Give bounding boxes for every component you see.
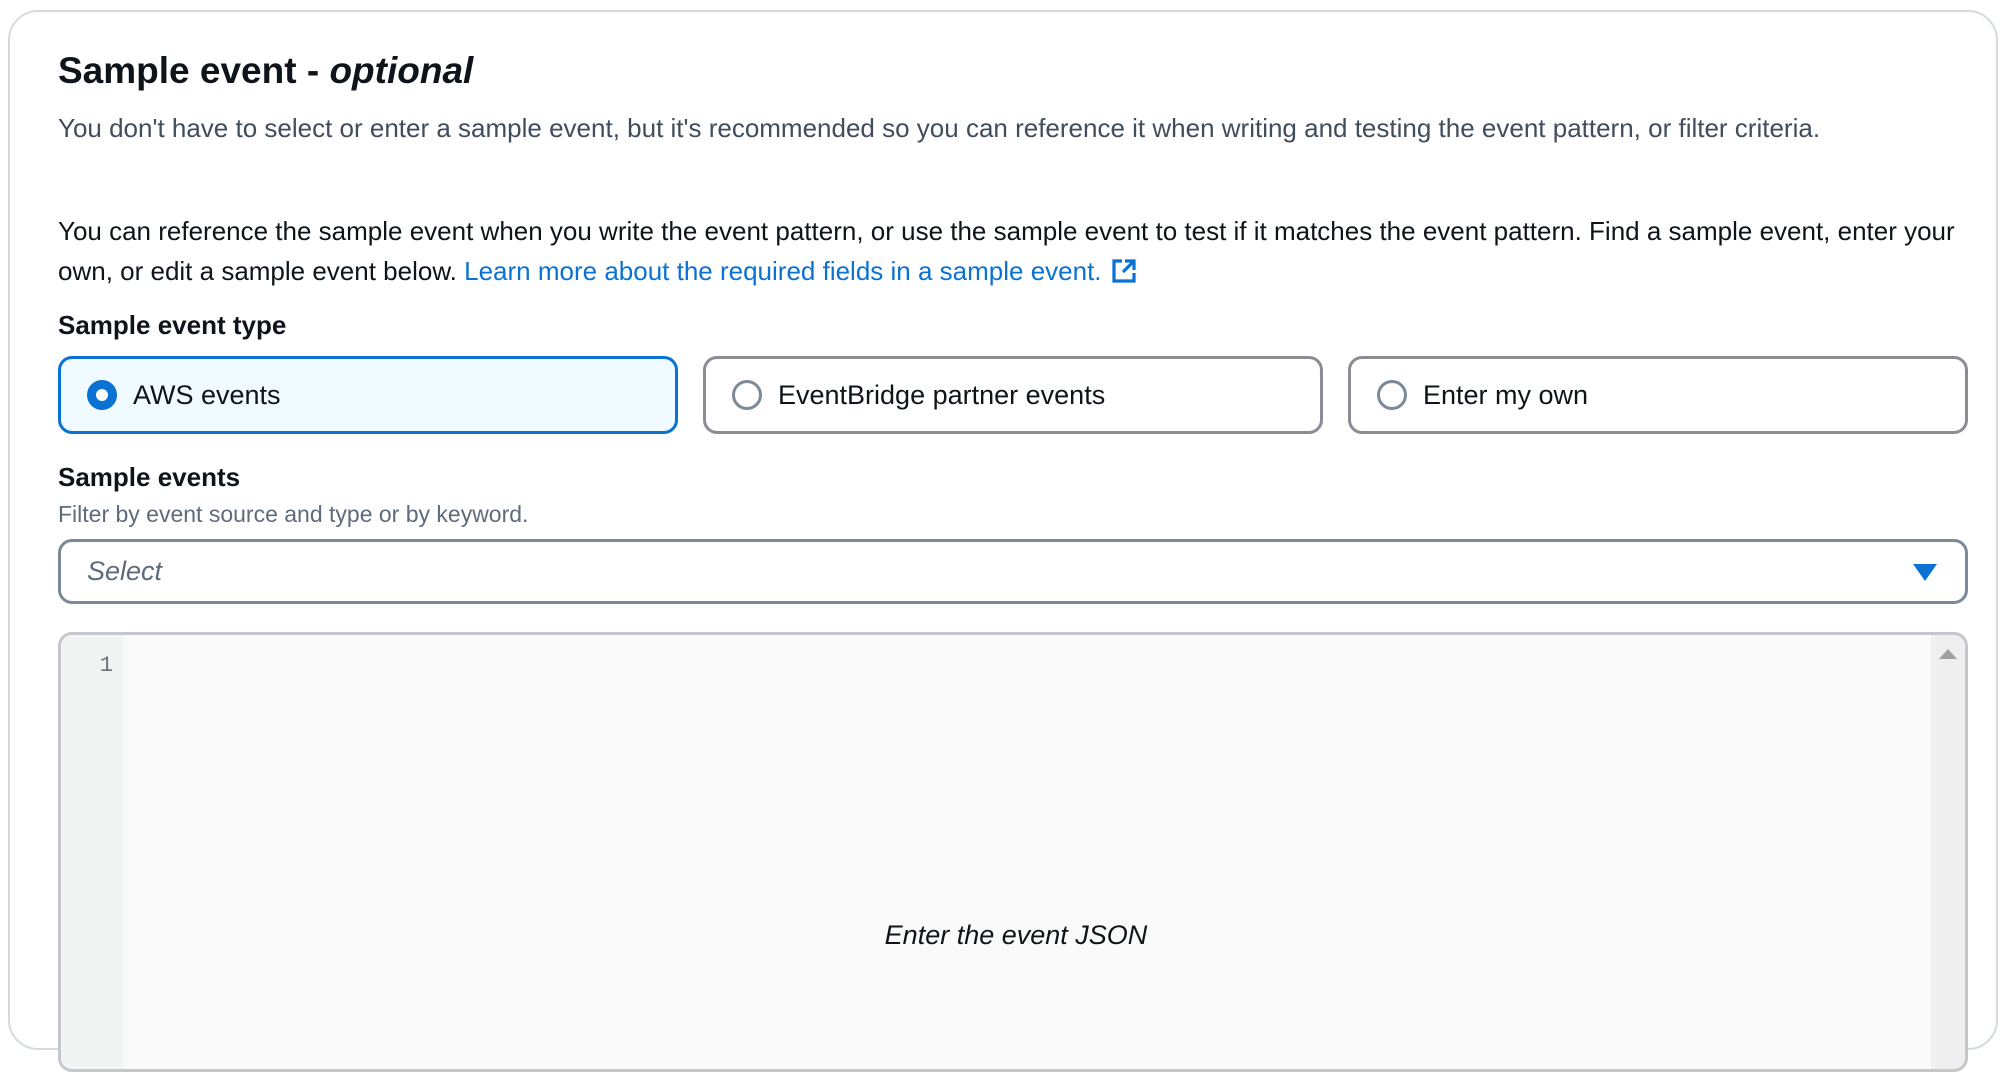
sample-events-label: Sample events xyxy=(58,462,241,492)
radio-partner-events-label: EventBridge partner events xyxy=(778,379,1106,410)
section-title-main: Sample event - xyxy=(58,50,330,91)
select-placeholder: Select xyxy=(87,556,163,586)
radio-selected-icon[interactable] xyxy=(87,380,117,410)
radio-enter-my-own[interactable]: Enter my own xyxy=(1348,356,1968,434)
external-link-icon xyxy=(1111,259,1136,283)
section-paragraph: You can reference the sample event when … xyxy=(58,211,1968,291)
line-number: 1 xyxy=(99,653,113,678)
radio-aws-events[interactable]: AWS events xyxy=(58,356,678,434)
section-title-optional: optional xyxy=(329,50,474,91)
radio-aws-events-label: AWS events xyxy=(133,379,281,410)
sample-event-panel: Sample event - optional You don't have t… xyxy=(8,10,1998,1072)
event-json-editor[interactable]: 1 Enter the event JSON xyxy=(58,632,1968,1072)
radio-unselected-icon[interactable] xyxy=(1377,380,1407,410)
caret-down-icon[interactable] xyxy=(1913,564,1937,581)
editor-placeholder: Enter the event JSON xyxy=(884,920,1148,950)
radio-enter-my-own-label: Enter my own xyxy=(1423,379,1589,410)
editor-scrollbar[interactable] xyxy=(1931,635,1965,1069)
learn-more-link-text: Learn more about the required fields in … xyxy=(464,256,1102,286)
sample-events-select[interactable]: Select xyxy=(58,539,1968,604)
radio-partner-events[interactable]: EventBridge partner events xyxy=(703,356,1323,434)
learn-more-link[interactable]: Learn more about the required fields in … xyxy=(464,256,1137,286)
section-title: Sample event - optional xyxy=(58,50,473,92)
scroll-up-arrow-icon[interactable] xyxy=(1939,649,1957,659)
line-gutter: 1 xyxy=(61,635,123,1069)
radio-unselected-icon[interactable] xyxy=(732,380,762,410)
section-description: You don't have to select or enter a samp… xyxy=(58,113,1821,143)
sample-events-hint: Filter by event source and type or by ke… xyxy=(58,501,529,527)
event-type-label: Sample event type xyxy=(58,310,287,340)
